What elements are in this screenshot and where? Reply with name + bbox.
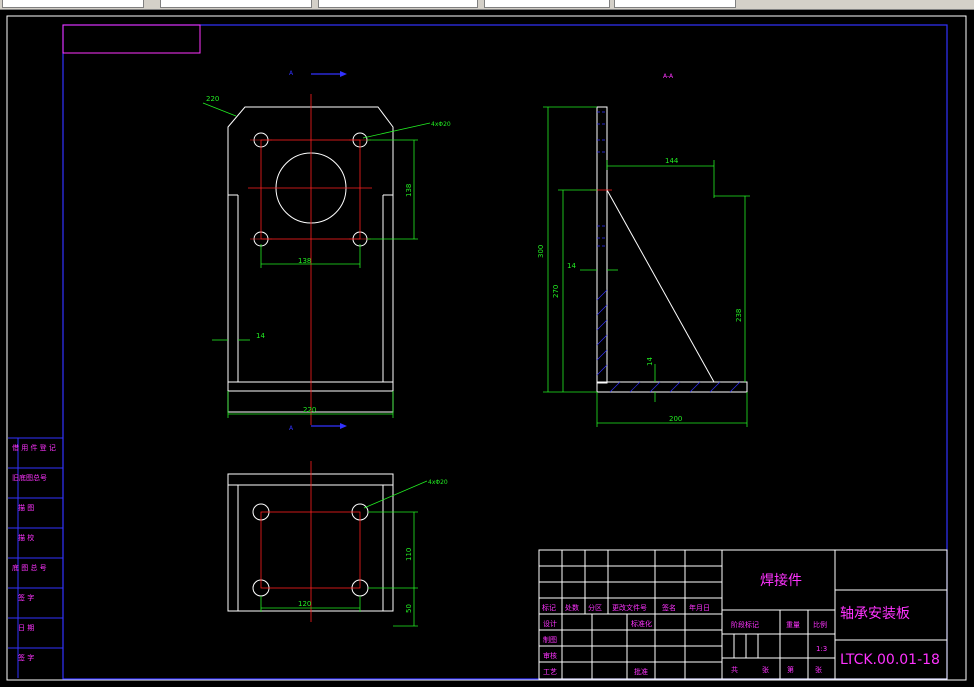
header-col: 更改文件号 xyxy=(612,603,647,612)
drawing-canvas[interactable]: A A 220 4xΦ20 138 138 14 220 A-A 300 270… xyxy=(0,10,974,687)
role-label: 审核 xyxy=(543,651,557,660)
side-table: 借 用 件 登 记 旧底图总号 描 图 描 校 底 图 总 号 签 字 日 期 … xyxy=(8,437,63,678)
drawing-number: LTCK.00.01-18 xyxy=(840,652,940,668)
header-col: 签名 xyxy=(662,603,676,612)
header-col: 标记 xyxy=(542,603,556,612)
toolbar-field[interactable] xyxy=(614,0,736,8)
dim-top-edge: 50 xyxy=(405,604,413,613)
stage-label: 阶段标记 xyxy=(731,620,759,629)
front-view: A A 220 4xΦ20 138 138 14 220 xyxy=(202,70,451,432)
dim-plate-depth: 144 xyxy=(665,157,679,165)
side-table-row: 签 字 xyxy=(18,593,34,602)
dim-inner-height: 270 xyxy=(552,285,560,298)
side-view: A-A 300 270 144 238 14 14 200 xyxy=(537,73,750,427)
dim-gusset-height: 238 xyxy=(735,309,743,322)
dim-hole-spacing-y: 138 xyxy=(405,184,413,197)
header-col: 处数 xyxy=(565,603,579,612)
part-name: 轴承安装板 xyxy=(840,606,910,622)
side-table-row: 借 用 件 登 记 xyxy=(12,443,56,452)
hole-callout-front: 4xΦ20 xyxy=(431,121,451,128)
header-col: 年月日 xyxy=(689,603,710,612)
title-block: 焊接件 轴承安装板 LTCK.00.01-18 标记 处数 分区 更改文件号 签… xyxy=(538,549,948,680)
toolbar xyxy=(0,0,974,10)
section-label: A-A xyxy=(663,73,674,80)
dim-bottom-width: 220 xyxy=(303,406,316,414)
corner-box xyxy=(62,24,201,54)
toolbar-field[interactable] xyxy=(160,0,312,8)
dim-top-hole-spacing-y: 110 xyxy=(405,548,413,561)
section-mark-bottom: A xyxy=(289,425,294,432)
dim-hole-spacing-x: 138 xyxy=(298,257,311,265)
sheet-border-inner xyxy=(62,24,948,680)
dim-thickness-front: 14 xyxy=(256,332,265,340)
dim-thickness-base: 14 xyxy=(646,357,654,366)
part-type: 焊接件 xyxy=(760,572,802,589)
dim-top-hole-spacing-x: 120 xyxy=(298,600,311,608)
header-col: 分区 xyxy=(588,603,602,612)
side-table-row: 底 图 总 号 xyxy=(12,563,47,572)
sheet-border-outer xyxy=(6,15,967,681)
sheet-unit2-label: 张 xyxy=(815,665,822,674)
role-label: 设计 xyxy=(543,619,557,628)
side-table-row: 描 校 xyxy=(18,533,34,542)
side-table-row: 旧底图总号 xyxy=(12,473,47,482)
role-label: 制图 xyxy=(543,635,557,644)
standardization-label: 标准化 xyxy=(631,619,652,628)
dim-top-width: 220 xyxy=(206,95,219,103)
top-view: 4xΦ20 110 50 120 xyxy=(227,461,448,627)
sheet-no-label: 第 xyxy=(787,665,794,674)
toolbar-field[interactable] xyxy=(318,0,478,8)
toolbar-field[interactable] xyxy=(2,0,144,8)
side-table-row: 描 图 xyxy=(18,503,34,512)
role-label: 工艺 xyxy=(543,668,557,676)
side-table-row: 日 期 xyxy=(18,624,34,632)
scale-value: 1:3 xyxy=(816,645,827,653)
sheets-total-label: 共 xyxy=(731,665,738,674)
scale-label: 比例 xyxy=(813,620,827,629)
dim-base-width: 200 xyxy=(669,415,682,423)
sheets-unit-label: 张 xyxy=(762,665,769,674)
dim-thickness-left: 14 xyxy=(567,262,576,270)
hole-callout-top: 4xΦ20 xyxy=(428,479,448,486)
approve-label: 批准 xyxy=(634,667,648,676)
weight-label: 重量 xyxy=(786,621,800,629)
side-table-row: 签 字 xyxy=(18,653,34,662)
section-mark-top: A xyxy=(289,70,294,77)
toolbar-field[interactable] xyxy=(484,0,610,8)
dim-total-height: 300 xyxy=(537,245,545,258)
